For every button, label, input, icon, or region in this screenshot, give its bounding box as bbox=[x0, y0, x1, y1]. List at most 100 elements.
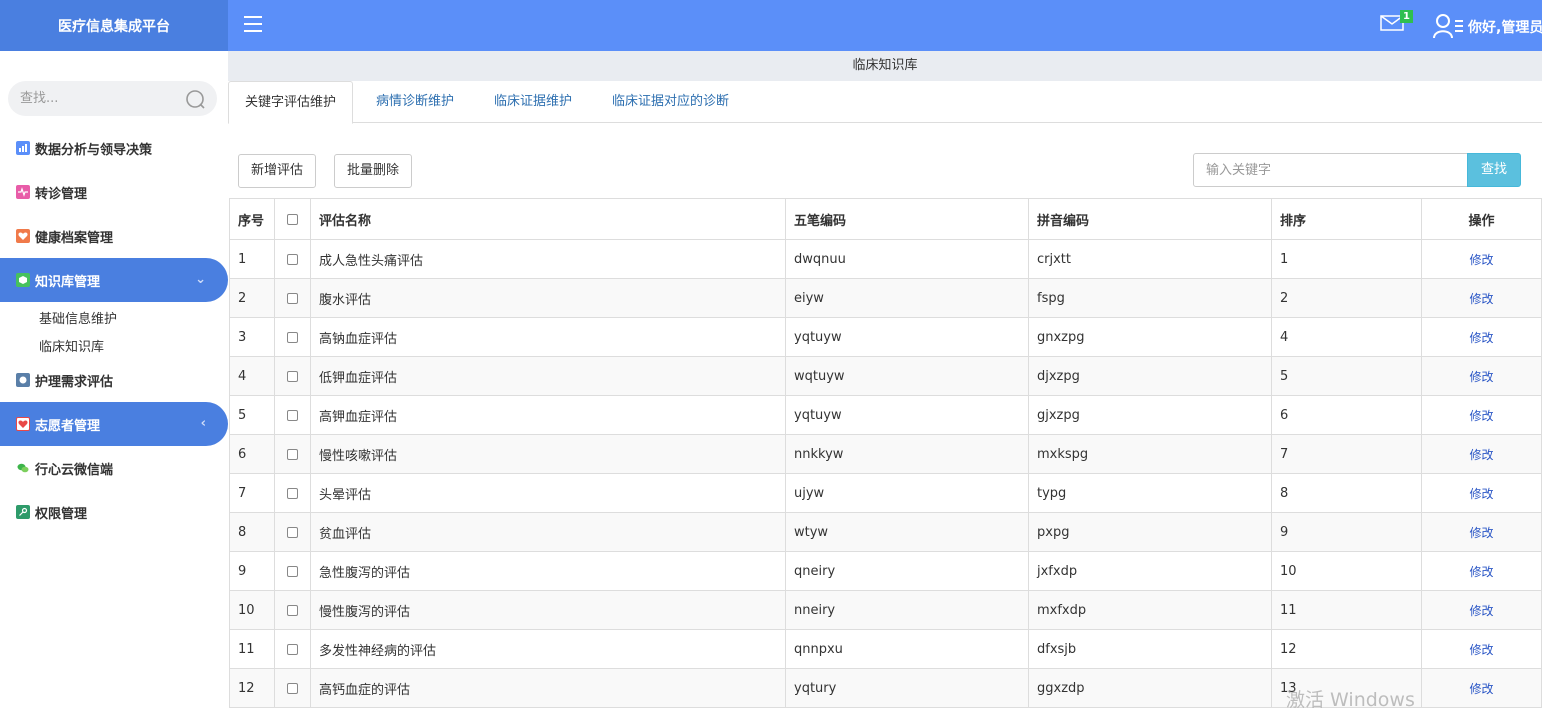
user-icon[interactable] bbox=[1433, 13, 1467, 39]
row-action: 修改 bbox=[1421, 356, 1542, 396]
row-no: 4 bbox=[229, 356, 275, 396]
sidebar-item-volunteer[interactable]: 志愿者管理 ‹ bbox=[0, 402, 228, 446]
sidebar-item-wechat[interactable]: 行心云微信端 bbox=[0, 446, 228, 490]
row-checkbox[interactable] bbox=[274, 512, 311, 552]
row-name: 慢性腹泻的评估 bbox=[310, 590, 786, 630]
row-checkbox[interactable] bbox=[274, 317, 311, 357]
tab-keyword-assessment[interactable]: 关键字评估维护 bbox=[228, 81, 354, 124]
add-assessment-button[interactable]: 新增评估 bbox=[238, 154, 317, 188]
col-header-pinyin: 拼音编码 bbox=[1028, 198, 1272, 240]
sidebar-item-label: 护理需求评估 bbox=[35, 374, 114, 390]
row-action: 修改 bbox=[1421, 395, 1542, 435]
sidebar-item-label: 健康档案管理 bbox=[35, 230, 114, 246]
sidebar-item-referral[interactable]: 转诊管理 bbox=[0, 170, 228, 214]
pulse-icon bbox=[16, 185, 30, 199]
row-no: 11 bbox=[229, 629, 275, 669]
row-checkbox[interactable] bbox=[274, 434, 311, 474]
table-row: 4 低钾血症评估 wqtuyw djxzpg 5 修改 bbox=[229, 356, 1542, 396]
tab-diagnosis[interactable]: 病情诊断维护 bbox=[360, 81, 470, 123]
wechat-icon bbox=[16, 461, 30, 475]
row-no: 7 bbox=[229, 473, 275, 513]
row-action: 修改 bbox=[1421, 434, 1542, 474]
table-row: 2 腹水评估 eiyw fspg 2 修改 bbox=[229, 278, 1542, 318]
menu-toggle-icon[interactable] bbox=[244, 16, 262, 34]
row-pinyin: ggxzdp bbox=[1028, 668, 1272, 708]
edit-link[interactable]: 修改 bbox=[1469, 604, 1493, 618]
sidebar-item-nursing-assessment[interactable]: 护理需求评估 bbox=[0, 358, 228, 402]
cube-icon bbox=[16, 273, 30, 287]
edit-link[interactable]: 修改 bbox=[1469, 643, 1493, 657]
row-no: 5 bbox=[229, 395, 275, 435]
tab-clinical-evidence[interactable]: 临床证据维护 bbox=[478, 81, 588, 123]
edit-link[interactable]: 修改 bbox=[1469, 331, 1493, 345]
row-checkbox[interactable] bbox=[274, 551, 311, 591]
sidebar-item-health-records[interactable]: 健康档案管理 bbox=[0, 214, 228, 258]
row-checkbox[interactable] bbox=[274, 629, 311, 669]
sidebar-search bbox=[8, 81, 217, 116]
edit-link[interactable]: 修改 bbox=[1469, 526, 1493, 540]
row-wubi: yqtuyw bbox=[785, 317, 1029, 357]
sidebar-subitem-basic-info[interactable]: 基础信息维护 bbox=[39, 308, 117, 327]
mail-count-badge: 1 bbox=[1400, 10, 1413, 23]
keyword-search-input[interactable] bbox=[1193, 153, 1468, 187]
search-icon[interactable] bbox=[185, 89, 205, 109]
row-checkbox[interactable] bbox=[274, 395, 311, 435]
table-row: 5 高钾血症评估 yqtuyw gjxzpg 6 修改 bbox=[229, 395, 1542, 435]
edit-link[interactable]: 修改 bbox=[1469, 370, 1493, 384]
row-checkbox[interactable] bbox=[274, 278, 311, 318]
edit-link[interactable]: 修改 bbox=[1469, 487, 1493, 501]
row-wubi: wtyw bbox=[785, 512, 1029, 552]
sidebar-item-label: 数据分析与领导决策 bbox=[35, 142, 153, 158]
row-wubi: eiyw bbox=[785, 278, 1029, 318]
row-sort: 7 bbox=[1271, 434, 1422, 474]
row-name: 高钙血症的评估 bbox=[310, 668, 786, 708]
row-no: 2 bbox=[229, 278, 275, 318]
row-sort: 10 bbox=[1271, 551, 1422, 591]
sidebar-item-knowledge-base[interactable]: 知识库管理 ⌄ bbox=[0, 258, 228, 302]
select-all-checkbox[interactable] bbox=[274, 198, 311, 240]
row-checkbox[interactable] bbox=[274, 473, 311, 513]
row-action: 修改 bbox=[1421, 512, 1542, 552]
row-checkbox[interactable] bbox=[274, 356, 311, 396]
search-button[interactable]: 查找 bbox=[1467, 153, 1521, 187]
sidebar-item-permissions[interactable]: 权限管理 bbox=[0, 490, 228, 534]
row-pinyin: gjxzpg bbox=[1028, 395, 1272, 435]
sidebar-item-label: 志愿者管理 bbox=[35, 418, 101, 434]
row-name: 头晕评估 bbox=[310, 473, 786, 513]
table-header-row: 序号 评估名称 五笔编码 拼音编码 排序 操作 bbox=[229, 198, 1542, 240]
sidebar-subitem-clinical-kb[interactable]: 临床知识库 bbox=[39, 336, 104, 355]
sidebar-item-data-analysis[interactable]: 数据分析与领导决策 bbox=[0, 126, 228, 170]
edit-link[interactable]: 修改 bbox=[1469, 565, 1493, 579]
breadcrumb: 临床知识库 bbox=[228, 51, 1542, 81]
row-sort: 1 bbox=[1271, 239, 1422, 279]
edit-link[interactable]: 修改 bbox=[1469, 292, 1493, 306]
row-checkbox[interactable] bbox=[274, 668, 311, 708]
row-action: 修改 bbox=[1421, 473, 1542, 513]
row-action: 修改 bbox=[1421, 278, 1542, 318]
col-header-no: 序号 bbox=[229, 198, 275, 240]
edit-link[interactable]: 修改 bbox=[1469, 448, 1493, 462]
tab-evidence-diagnosis[interactable]: 临床证据对应的诊断 bbox=[596, 81, 745, 123]
edit-link[interactable]: 修改 bbox=[1469, 682, 1493, 696]
row-no: 10 bbox=[229, 590, 275, 630]
edit-link[interactable]: 修改 bbox=[1469, 409, 1493, 423]
sidebar-item-label: 权限管理 bbox=[35, 506, 88, 522]
row-wubi: qneiry bbox=[785, 551, 1029, 591]
sidebar-item-label: 行心云微信端 bbox=[35, 462, 114, 478]
row-wubi: dwqnuu bbox=[785, 239, 1029, 279]
assessment-table: 序号 评估名称 五笔编码 拼音编码 排序 操作 1 成人急性头痛评估 dwqnuu c… bbox=[229, 198, 1542, 708]
row-sort: 8 bbox=[1271, 473, 1422, 513]
col-header-name: 评估名称 bbox=[310, 198, 786, 240]
user-greeting[interactable]: 你好,管理员 bbox=[1468, 17, 1542, 37]
sidebar-search-input[interactable] bbox=[20, 81, 180, 116]
batch-delete-button[interactable]: 批量删除 bbox=[334, 154, 413, 188]
row-action: 修改 bbox=[1421, 668, 1542, 708]
row-wubi: nneiry bbox=[785, 590, 1029, 630]
row-checkbox[interactable] bbox=[274, 239, 311, 279]
row-pinyin: djxzpg bbox=[1028, 356, 1272, 396]
col-header-wubi: 五笔编码 bbox=[785, 198, 1029, 240]
row-name: 低钾血症评估 bbox=[310, 356, 786, 396]
edit-link[interactable]: 修改 bbox=[1469, 253, 1493, 267]
row-sort: 4 bbox=[1271, 317, 1422, 357]
row-checkbox[interactable] bbox=[274, 590, 311, 630]
